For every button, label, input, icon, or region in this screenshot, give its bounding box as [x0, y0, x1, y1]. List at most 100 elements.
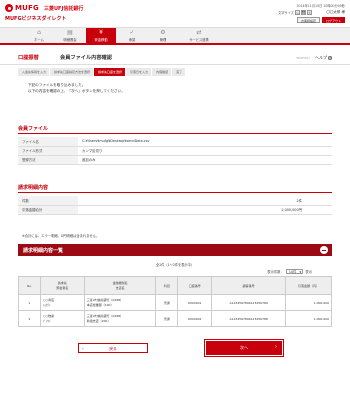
table-row: 登録方法 追加のみ: [18, 155, 332, 165]
document-icon: ▤: [67, 29, 73, 36]
col-header-account: 口座番号: [177, 276, 213, 295]
nav-service-link[interactable]: ⇄ サービス連携: [179, 28, 219, 44]
table-row: ファイル名 C:¥Users¥mufg¥Desktop¥sendData.csv: [18, 137, 332, 147]
nav-management[interactable]: ⚙ 管理: [148, 28, 178, 44]
cell-amount: 1,000,000: [285, 310, 332, 327]
list-heading: 請求明細内容一覧: [23, 248, 64, 254]
table-row: 2 ○○物産 ﾌﾞｯｻﾝ 三菱UFJ信託銀行（0288） 新宿支店（200） 普通 …: [18, 310, 332, 327]
branch-name: 本店営業部（100）: [86, 302, 114, 307]
link-icon: ⇄: [196, 29, 202, 36]
page-category: 口座振替: [18, 55, 39, 61]
settings-button[interactable]: お客様設定: [296, 17, 320, 23]
cell-payer: ○○物産 ﾌﾞｯｻﾝ: [39, 310, 85, 327]
cell-no: 2: [18, 310, 41, 327]
intro-line-2: 以下の内容を確認の上、「次へ」ボタンを押してください。: [28, 88, 125, 93]
step-1: 入金先情報を入力: [18, 68, 50, 76]
cell-type: 普通: [155, 310, 179, 327]
step-2: 請求先口座指定方法を選択: [50, 68, 94, 76]
nav-label: 管理: [159, 38, 167, 42]
help-icon: ?: [328, 56, 332, 60]
font-size-medium-button[interactable]: 中: [301, 10, 306, 15]
cell-bank: 三菱UFJ信託銀行（0288） 本店営業部（100）: [83, 294, 157, 311]
collapse-icon[interactable]: [320, 246, 328, 254]
header-line: 支店名: [115, 285, 125, 290]
cell-no: 1: [18, 294, 41, 311]
col-header-amount: 引落金額（円）: [285, 276, 332, 295]
cell-bank: 三菱UFJ信託銀行（0288） 新宿支店（200）: [83, 310, 157, 327]
logout-button[interactable]: ログアウト: [321, 17, 345, 23]
approve-icon: ✓: [129, 29, 135, 36]
nav-label: サービス連携: [189, 38, 209, 42]
nav-label: 明細照会: [63, 38, 77, 42]
table-row: ファイル形式 カンマ区切り: [18, 146, 332, 156]
font-size-small-button[interactable]: 小: [295, 10, 300, 15]
table-row: 1 ○○商店 ｼｮｳﾃﾝ 三菱UFJ信託銀行（0288） 本店営業部（100） 普通…: [18, 294, 332, 311]
header-line: 預金者名: [56, 285, 69, 290]
nav-label: 資金移動: [94, 38, 108, 42]
col-header-type: 科目: [155, 276, 179, 295]
header-buttons: お客様設定 ログアウト: [296, 17, 345, 23]
row-label: ファイル形式: [18, 146, 78, 156]
page-title: 会員ファイル内容確認: [60, 55, 112, 61]
action-buttons: ‹ 戻る 次へ ›: [0, 339, 350, 357]
request-content-heading: 請求明細内容: [18, 184, 332, 193]
chevron-left-icon: ‹: [82, 346, 84, 351]
login-time: 2014年11月19日 10時00分00秒: [296, 4, 345, 8]
back-button[interactable]: ‹ 戻る: [78, 343, 148, 353]
table-row: 件数 2件: [18, 196, 332, 206]
row-label: 引落金額合計: [18, 205, 78, 215]
step-indicator: 入金先情報を入力 請求先口座指定方法を選択 請求先口座を選択 引落日を入力 内容…: [18, 68, 332, 76]
service-name: MUFGビジネスダイレクト: [5, 16, 67, 22]
row-value: 追加のみ: [78, 155, 332, 165]
help-label: ヘルプ: [315, 55, 327, 60]
list-section-header: 請求明細内容一覧: [18, 244, 332, 256]
page-title-bar: 口座振替 会員ファイル内容確認 BKZF007 ヘルプ?: [0, 51, 350, 65]
col-header-payer: 請求先 預金者名: [39, 276, 85, 295]
logo-text: MUFG: [15, 4, 39, 12]
payer-kana: ｼｮｳﾃﾝ: [42, 302, 51, 307]
nav-funds-transfer[interactable]: ¥ 資金移動: [86, 28, 116, 44]
nav-label: ホーム: [34, 38, 44, 42]
nav-home[interactable]: ⌂ ホーム: [24, 28, 54, 44]
home-icon: ⌂: [37, 29, 41, 36]
request-content-table: 件数 2件 引落金額合計 2,000,000円: [18, 196, 332, 215]
row-label: 登録方法: [18, 155, 78, 165]
nav-approval[interactable]: ✓ 承認: [117, 28, 147, 44]
row-value: C:¥Users¥mufg¥Desktop¥sendData.csv: [78, 137, 332, 147]
bank-name: 三菱UFJ信託銀行: [44, 6, 84, 12]
result-count: 全2件（1～2件を表示中）: [156, 263, 194, 267]
next-label: 次へ: [240, 345, 248, 350]
total-note: ※合計には、エラー明細、0円明細は含まれません。: [22, 234, 100, 238]
cell-account: 6000001: [177, 294, 213, 311]
help-link[interactable]: ヘルプ?: [315, 55, 332, 61]
step-5: 内容確認: [152, 68, 172, 76]
col-header-bank: 金融機関名 支店名: [83, 276, 157, 295]
step-4: 引落日を入力: [126, 68, 152, 76]
step-3-current: 請求先口座を選択: [94, 68, 126, 76]
cell-customer-no: A1234567890123456789: [211, 294, 287, 311]
row-value: 2件: [78, 196, 332, 206]
branch-name: 新宿支店（200）: [86, 318, 111, 323]
per-page-select[interactable]: 10件: [285, 269, 304, 275]
per-page-suffix: 表示: [305, 270, 312, 274]
font-size-large-button[interactable]: 大: [307, 10, 312, 15]
col-header-customer-no: 顧客番号: [211, 276, 287, 295]
per-page-label: 表示件数：: [267, 270, 284, 274]
table-header-row: No. 請求先 預金者名 金融機関名 支店名 科目 口座番号 顧客番号 引落金額（円…: [18, 276, 332, 295]
global-nav: ⌂ ホーム ▤ 明細照会 ¥ 資金移動 ✓ 承認 ⚙ 管理 ⇄ サービス連携: [0, 27, 350, 45]
cell-type: 普通: [155, 294, 179, 311]
detail-table: No. 請求先 預金者名 金融機関名 支店名 科目 口座番号 顧客番号 引落金額（円…: [18, 276, 332, 327]
payer-kana: ﾌﾞｯｻﾝ: [42, 318, 51, 323]
member-file-heading: 会員ファイル: [18, 125, 332, 134]
member-file-table: ファイル名 C:¥Users¥mufg¥Desktop¥sendData.csv…: [18, 137, 332, 165]
cell-amount: 1,000,000: [285, 294, 332, 311]
chevron-right-icon: ›: [275, 344, 277, 350]
col-header-no: No.: [18, 276, 41, 295]
row-value: カンマ区切り: [78, 146, 332, 156]
transfer-icon: ¥: [99, 29, 103, 36]
next-button[interactable]: 次へ ›: [204, 339, 284, 357]
per-page-control: 表示件数： 10件 表示: [18, 269, 332, 275]
user-name: 〇〇太郎 様: [326, 10, 345, 14]
font-size-label: 文字サイズ: [278, 11, 294, 15]
nav-statements[interactable]: ▤ 明細照会: [55, 28, 85, 44]
